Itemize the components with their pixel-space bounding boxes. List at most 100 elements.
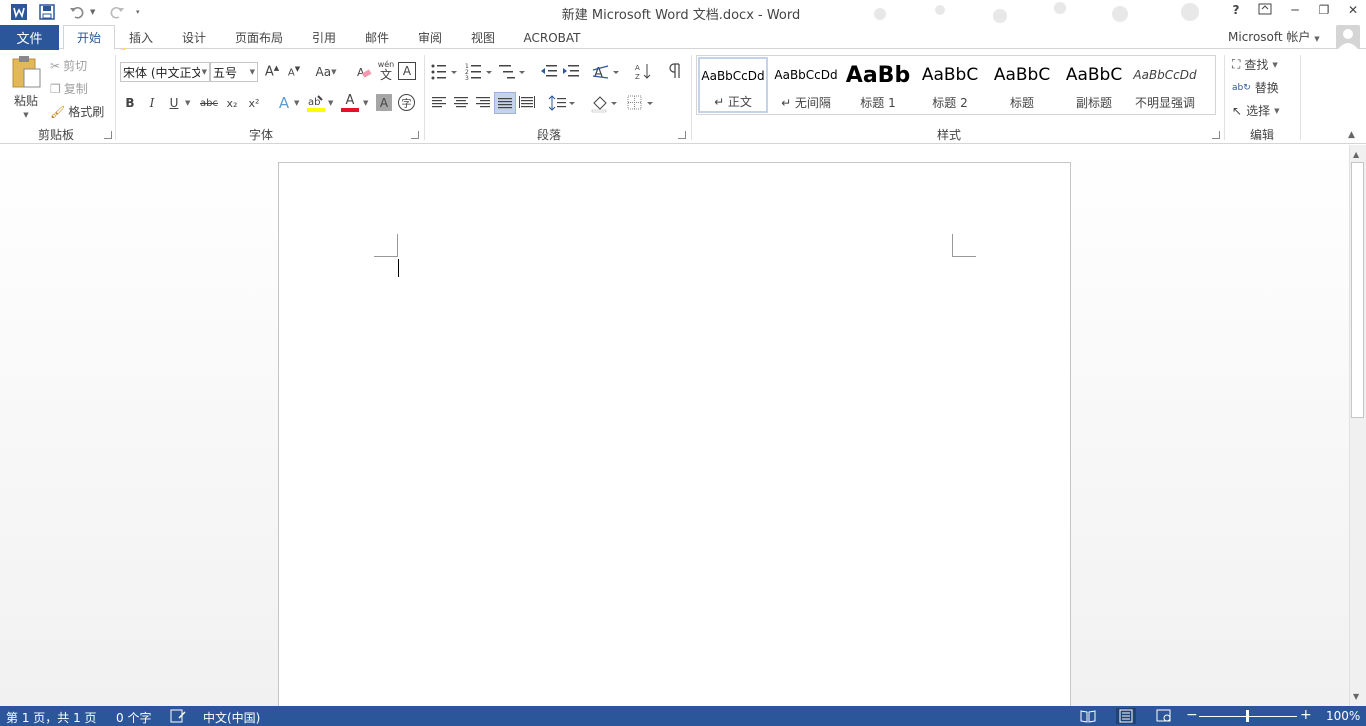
bullets-button[interactable] — [430, 62, 460, 82]
font-color-button[interactable]: A — [340, 93, 360, 113]
char-shading-button[interactable]: A — [376, 94, 392, 111]
highlight-button[interactable]: ab — [306, 93, 328, 113]
styles-launcher-icon[interactable] — [1212, 131, 1220, 139]
zoom-slider-thumb[interactable] — [1246, 710, 1249, 722]
cut-label: 剪切 — [63, 59, 88, 73]
tab-review[interactable]: 审阅 — [408, 25, 452, 50]
ribbon-display-button[interactable] — [1254, 3, 1276, 21]
close-button[interactable]: ✕ — [1342, 3, 1364, 21]
tab-references[interactable]: 引用 — [302, 25, 346, 50]
paste-dropdown-icon[interactable]: ▼ — [8, 111, 44, 119]
style-item[interactable]: AaBbCcDd ↵ 正文 — [698, 57, 768, 113]
text-effects-button[interactable]: A — [274, 93, 294, 113]
distributed-icon[interactable] — [518, 93, 538, 113]
multilevel-list-button[interactable] — [498, 62, 528, 82]
tab-view[interactable]: 视图 — [461, 25, 505, 50]
tab-file[interactable]: 文件 — [0, 25, 59, 50]
font-launcher-icon[interactable] — [411, 131, 419, 139]
avatar[interactable] — [1336, 25, 1360, 49]
undo-icon[interactable] — [66, 2, 88, 22]
tab-design[interactable]: 设计 — [172, 25, 216, 50]
phonetic-guide-button[interactable]: wén 文 — [376, 60, 396, 84]
find-button[interactable]: ⛶ 查找 ▼ — [1232, 56, 1278, 73]
select-button[interactable]: ↖ 选择 ▼ — [1232, 102, 1279, 119]
align-right-icon[interactable] — [474, 93, 494, 113]
align-center-icon[interactable] — [452, 93, 472, 113]
scroll-thumb[interactable] — [1351, 162, 1364, 418]
copy-button[interactable]: ❐ 复制 — [50, 80, 88, 97]
page-count[interactable]: 第 1 页，共 1 页 — [6, 709, 97, 726]
tab-mailings[interactable]: 邮件 — [355, 25, 399, 50]
customize-qat-icon[interactable]: ▾ — [136, 8, 140, 16]
print-layout-icon[interactable] — [1116, 708, 1136, 724]
minimize-button[interactable]: ─ — [1284, 3, 1306, 21]
word-count[interactable]: 0 个字 — [116, 709, 151, 726]
cut-button[interactable]: ✂ 剪切 — [50, 57, 87, 74]
collapse-ribbon-icon[interactable]: ▲ — [1348, 130, 1355, 140]
show-marks-icon[interactable] — [666, 62, 686, 82]
style-item[interactable]: AaBbC 副标题 — [1058, 56, 1130, 114]
superscript-button[interactable]: x² — [244, 93, 264, 113]
style-item[interactable]: AaBbCcDd 不明显强调 — [1130, 56, 1200, 114]
read-mode-icon[interactable] — [1080, 709, 1096, 723]
clear-formatting-icon[interactable]: A — [354, 62, 374, 82]
restore-button[interactable]: ❐ — [1313, 3, 1335, 21]
highlight-dropdown-icon[interactable]: ▼ — [328, 99, 333, 107]
proofing-icon[interactable] — [170, 709, 186, 723]
save-icon[interactable] — [36, 2, 58, 22]
zoom-in-button[interactable]: + — [1300, 707, 1312, 723]
style-item[interactable]: AaBbC 标题 2 — [914, 56, 986, 114]
account-menu[interactable]: Microsoft 帐户 ▼ — [1228, 28, 1320, 45]
paragraph-launcher-icon[interactable] — [678, 131, 686, 139]
scroll-down-icon[interactable]: ▼ — [1353, 692, 1359, 701]
chinese-layout-button[interactable]: A — [592, 62, 622, 82]
style-item[interactable]: AaBbCcDd ↵ 无间隔 — [770, 56, 842, 114]
help-button[interactable]: ? — [1225, 3, 1247, 21]
line-spacing-button[interactable] — [548, 93, 578, 113]
grow-font-icon[interactable]: A▲ — [262, 62, 282, 82]
italic-button[interactable]: I — [142, 93, 162, 113]
underline-button[interactable]: U — [164, 93, 184, 113]
paste-button[interactable]: 粘贴 ▼ — [8, 55, 44, 119]
replace-button[interactable]: ab↻ 替换 — [1232, 79, 1279, 96]
align-left-icon[interactable] — [430, 93, 450, 113]
shading-button[interactable] — [590, 93, 620, 113]
word-logo-icon[interactable] — [8, 2, 30, 22]
decrease-indent-icon[interactable] — [540, 62, 560, 82]
tab-acrobat[interactable]: ACROBAT — [515, 25, 589, 50]
background-pattern — [874, 2, 1199, 23]
change-case-button[interactable]: Aa ▼ — [310, 62, 342, 82]
clipboard-group-label: 剪贴板 — [37, 128, 74, 142]
tab-page-layout[interactable]: 页面布局 — [226, 25, 292, 50]
borders-button[interactable] — [626, 93, 656, 113]
font-color-dropdown-icon[interactable]: ▼ — [363, 99, 368, 107]
subscript-button[interactable]: x₂ — [222, 93, 242, 113]
style-item[interactable]: AaBbC 标题 — [986, 56, 1058, 114]
format-painter-button[interactable]: 🖌 格式刷 — [50, 103, 104, 120]
zoom-out-button[interactable]: − — [1186, 707, 1198, 723]
strikethrough-button[interactable]: abc — [198, 93, 220, 113]
increase-indent-icon[interactable] — [562, 62, 582, 82]
undo-dropdown-icon[interactable]: ▼ — [90, 8, 95, 16]
sort-icon[interactable]: AZ — [634, 62, 654, 82]
bold-button[interactable]: B — [120, 93, 140, 113]
underline-dropdown-icon[interactable]: ▼ — [185, 99, 190, 107]
zoom-level[interactable]: 100% — [1326, 709, 1360, 723]
redo-icon[interactable] — [106, 2, 128, 22]
styles-gallery: AaBbCcDd ↵ 正文 AaBbCcDd ↵ 无间隔 AaBb 标题 1 A… — [696, 55, 1216, 115]
clipboard-launcher-icon[interactable] — [104, 131, 112, 139]
numbering-button[interactable]: 123 — [465, 62, 495, 82]
margin-corner-top-right — [952, 234, 976, 257]
enclose-char-button[interactable]: 字 — [398, 94, 415, 111]
font-name-combo[interactable]: 宋体 (中文正文 ▼ — [120, 62, 210, 82]
text-cursor — [398, 259, 399, 277]
shrink-font-icon[interactable]: A▼ — [284, 62, 304, 82]
char-border-button[interactable]: A — [398, 62, 416, 80]
scroll-up-icon[interactable]: ▲ — [1353, 150, 1359, 159]
web-layout-icon[interactable] — [1156, 709, 1172, 723]
language-indicator[interactable]: 中文(中国) — [203, 709, 260, 726]
text-effects-dropdown-icon[interactable]: ▼ — [294, 99, 299, 107]
justify-icon[interactable] — [494, 92, 516, 114]
font-size-combo[interactable]: 五号 ▼ — [210, 62, 258, 82]
style-item[interactable]: AaBb 标题 1 — [842, 56, 914, 114]
